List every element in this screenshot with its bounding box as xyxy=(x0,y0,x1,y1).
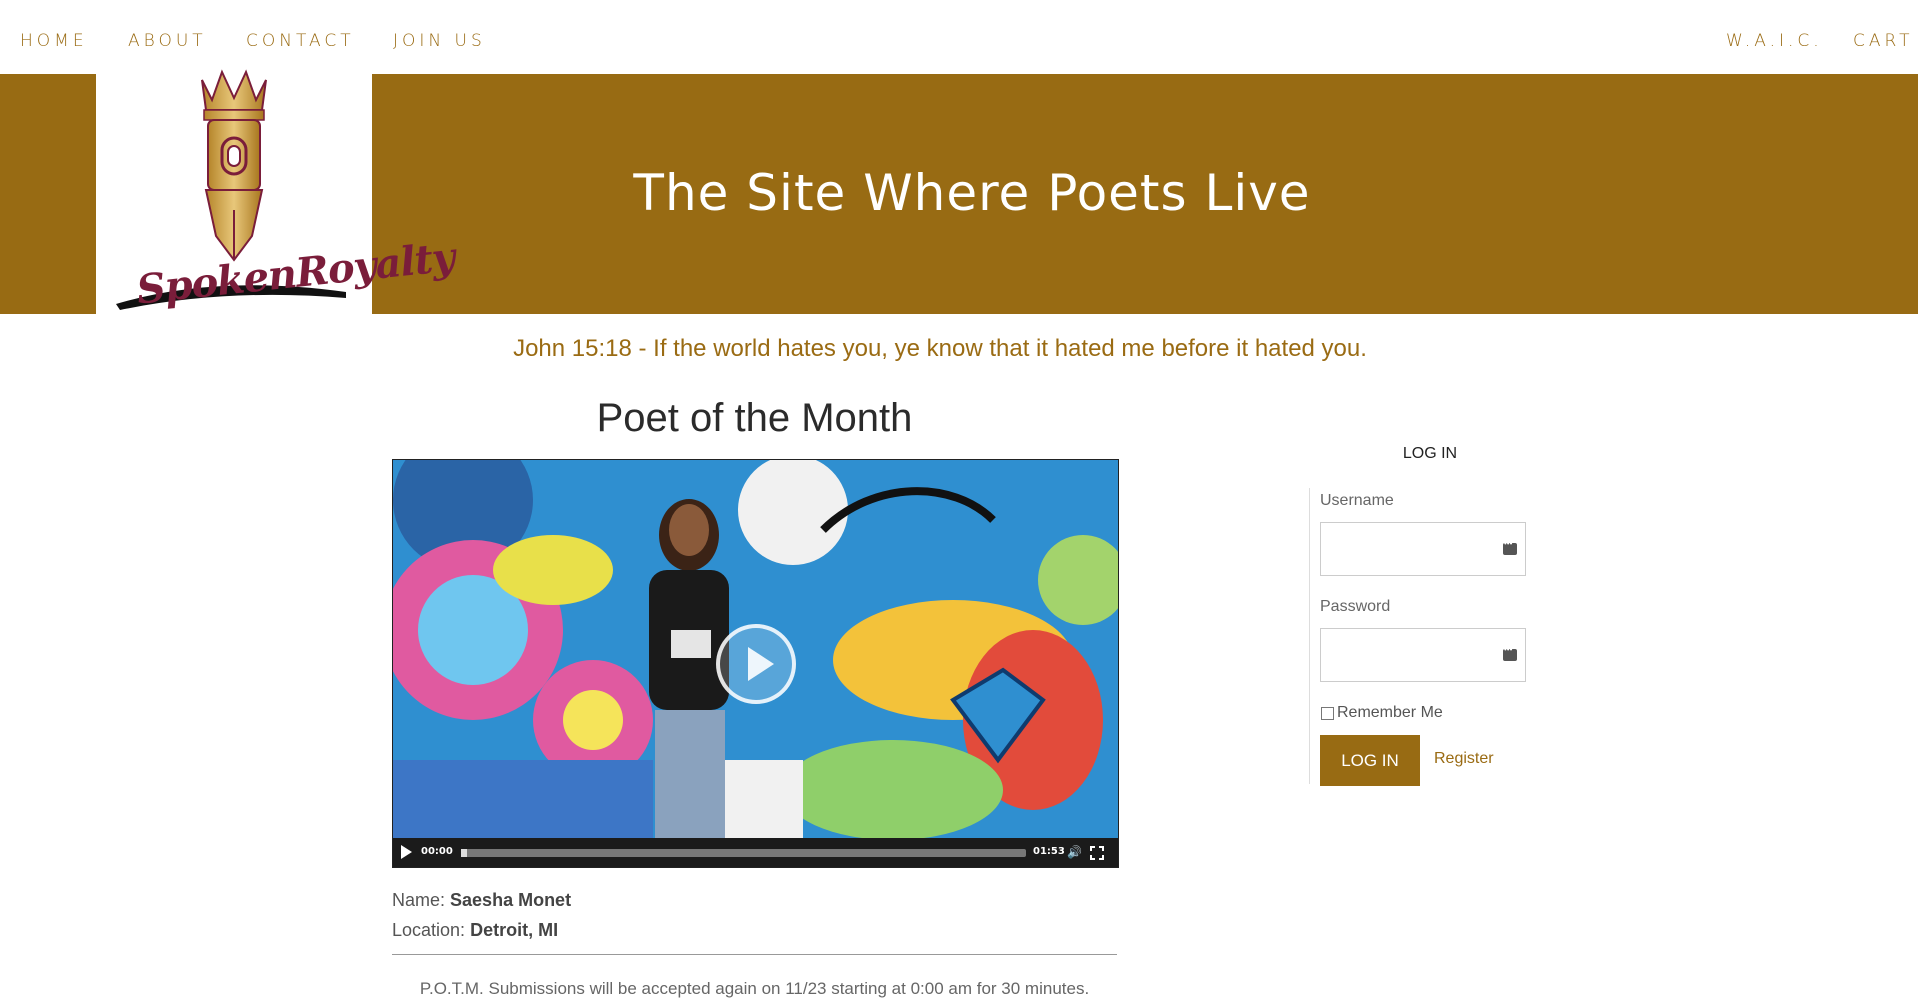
remember-me-label: Remember Me xyxy=(1337,704,1443,721)
fullscreen-icon[interactable] xyxy=(1089,845,1105,861)
poet-name-line: Name: Saesha Monet xyxy=(392,890,571,911)
poet-location-line: Location: Detroit, MI xyxy=(392,920,558,941)
video-controls: 00:00 01:53 🔊 xyxy=(393,838,1118,867)
login-heading: LOG IN xyxy=(1402,445,1458,462)
register-link[interactable]: Register xyxy=(1434,750,1494,768)
username-label: Username xyxy=(1320,492,1394,509)
progress-bar[interactable] xyxy=(461,849,1026,857)
current-time: 00:00 xyxy=(421,846,453,857)
nav-contact[interactable]: CONTACT xyxy=(246,31,355,51)
nav-join-us[interactable]: JOIN US xyxy=(393,31,486,51)
poet-name: Saesha Monet xyxy=(450,890,572,910)
video-player[interactable]: 00:00 01:53 🔊 xyxy=(392,459,1119,868)
username-input[interactable] xyxy=(1320,522,1526,576)
nav-about[interactable]: ABOUT xyxy=(128,31,207,51)
poet-of-month-heading: Poet of the Month xyxy=(596,396,913,440)
play-overlay-button[interactable] xyxy=(716,624,796,704)
login-divider xyxy=(1309,488,1310,784)
site-logo[interactable]: SpokenRoyalty xyxy=(96,60,456,330)
site-tagline: The Site Where Poets Live xyxy=(633,164,1311,222)
remember-me-checkbox[interactable] xyxy=(1321,707,1334,720)
password-label: Password xyxy=(1320,598,1391,615)
password-input[interactable] xyxy=(1320,628,1526,682)
nav-cart[interactable]: CART xyxy=(1853,31,1913,51)
play-icon[interactable] xyxy=(401,845,412,859)
divider xyxy=(392,954,1117,955)
volume-icon[interactable]: 🔊 xyxy=(1067,845,1082,859)
progress-fill xyxy=(461,849,467,857)
login-button[interactable]: LOG IN xyxy=(1320,735,1420,786)
duration: 01:53 xyxy=(1033,846,1065,857)
location-label: Location: xyxy=(392,920,466,940)
poet-location: Detroit, MI xyxy=(470,920,559,940)
nav-home[interactable]: HOME xyxy=(20,31,88,51)
password-manager-icon[interactable] xyxy=(1503,645,1517,661)
name-label: Name: xyxy=(392,890,446,910)
password-manager-icon[interactable] xyxy=(1503,539,1517,555)
nav-waic[interactable]: W.A.I.C. xyxy=(1726,31,1823,51)
verse-text: John 15:18 - If the world hates you, ye … xyxy=(513,335,1367,362)
submission-notice: P.O.T.M. Submissions will be accepted ag… xyxy=(419,979,1090,998)
